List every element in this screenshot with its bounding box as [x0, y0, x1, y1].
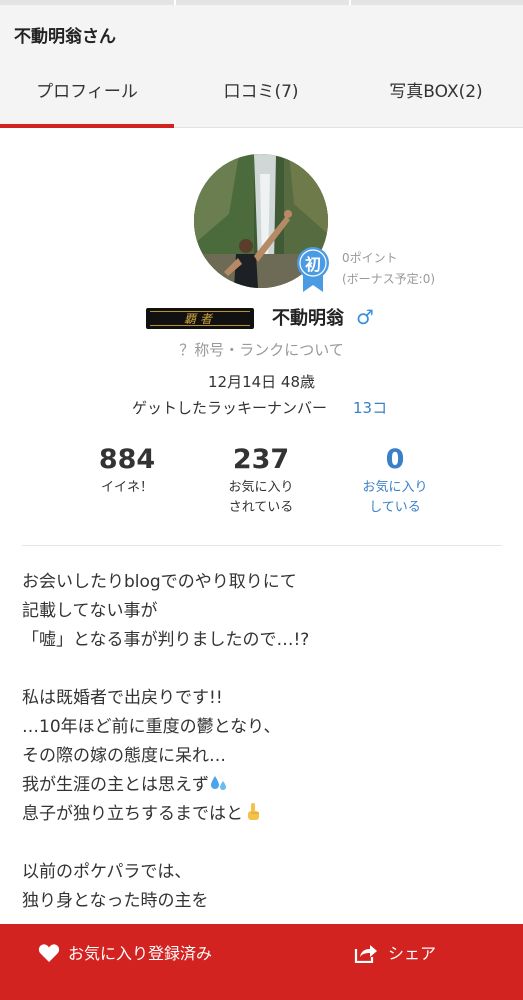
rank-title-plate: 覇者 [146, 308, 254, 329]
page-title: 不動明翁さん [14, 27, 116, 47]
stat-favorited-by-value: 237 [232, 444, 290, 475]
bio-line: 以前のポケパラでは、 [22, 862, 192, 882]
bio-line: 息子が独り立ちするまではと [22, 800, 502, 829]
bio-line: 「嘘」となる事が判りましたので…!? [22, 630, 310, 650]
section-divider [22, 545, 502, 546]
pointing-up-icon [243, 802, 263, 822]
bio-line: お会いしたりblogでのやり取りにて [22, 572, 297, 592]
bio-line-text: 我が生涯の主とは思えず [22, 775, 209, 795]
stat-favoriting[interactable]: 0 お気に入り している [330, 442, 460, 518]
bio-line: 記載してない事が [22, 601, 158, 621]
bio-line: その際の嫁の態度に呆れ… [22, 746, 226, 766]
profile-name: 不動明翁 [272, 308, 344, 329]
tab-photo-box[interactable]: 写真BOX(2) [349, 61, 523, 127]
bio-line-text: 息子が独り立ちするまではと [22, 804, 243, 824]
bio-text: お会いしたりblogでのやり取りにて 記載してない事が 「嘘」となる事が判りまし… [22, 568, 502, 916]
tab-reviews[interactable]: 口コミ(7) [174, 61, 348, 127]
bio-line [22, 655, 502, 684]
bio-line: 我が生涯の主とは思えず [22, 771, 502, 800]
bonus-value: (ボーナス予定:0) [342, 272, 436, 286]
page-header: 不動明翁さん [0, 5, 523, 61]
favorite-button[interactable]: お気に入り登録済み [38, 924, 212, 984]
bottom-action-bar: お気に入り登録済み シェア [0, 924, 523, 1000]
sweat-droplets-icon [209, 773, 229, 793]
stat-favorited-by-label2: されている [228, 500, 294, 515]
tab-profile[interactable]: プロフィール [0, 61, 174, 128]
stat-likes-label: イイネ！ [100, 480, 153, 495]
stat-favorited-by: 237 お気に入り されている [196, 442, 326, 518]
share-button-label: シェア [388, 944, 437, 963]
stat-likes-value: 884 [98, 444, 156, 475]
share-button[interactable]: シェア [354, 924, 436, 984]
stat-favoriting-label2[interactable]: している [330, 498, 460, 518]
beginner-badge: 初 [296, 246, 330, 292]
lucky-number-label: ゲットしたラッキーナンバー [132, 399, 328, 417]
favorite-button-label: お気に入り登録済み [68, 944, 213, 963]
beginner-badge-label: 初 [304, 255, 321, 274]
lucky-number-count[interactable]: 13コ [353, 397, 387, 418]
male-symbol-icon: ♂ [356, 305, 374, 329]
share-icon [354, 945, 377, 964]
points-info: 0ポイント (ボーナス予定:0) [342, 248, 435, 290]
stat-likes: 884 イイネ！ [62, 442, 192, 498]
rank-info-link[interactable]: ？称号・ランクについて [0, 339, 523, 360]
rank-title: 覇者 [183, 312, 216, 326]
bio-line [22, 829, 502, 858]
points-value: 0ポイント [342, 251, 398, 265]
bio-line: 私は既婚者で出戻りです!! [22, 688, 223, 708]
bio-line: 独り身となった時の主を [22, 891, 209, 911]
heart-icon [38, 944, 60, 962]
stat-favoriting-label1[interactable]: お気に入り [330, 478, 460, 498]
tab-bar: プロフィール 口コミ(7) 写真BOX(2) [0, 61, 523, 128]
stat-favoriting-value[interactable]: 0 [330, 442, 460, 478]
birth-age: 12月14日 48歳 [207, 373, 316, 391]
stat-favorited-by-label1: お気に入り [228, 480, 294, 495]
profile-content[interactable]: 初 0ポイント (ボーナス予定:0) 覇者 不動明翁 ♂ ？称号・ランクについて… [0, 128, 523, 924]
bio-line: …10年ほど前に重度の鬱となり、 [22, 717, 281, 737]
